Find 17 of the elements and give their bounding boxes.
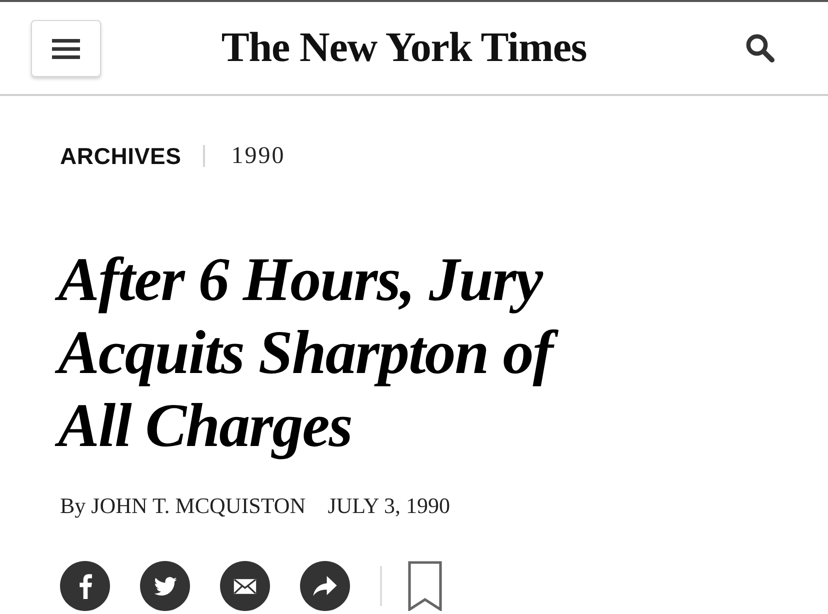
publish-date: JULY 3, 1990 [328, 493, 450, 519]
twitter-share-button[interactable] [140, 561, 190, 611]
search-icon[interactable] [745, 33, 775, 63]
envelope-icon [233, 578, 257, 594]
menu-icon [52, 38, 80, 58]
menu-button[interactable] [31, 20, 101, 77]
f-letter-icon [78, 573, 92, 599]
site-logo[interactable]: The New York Times [221, 27, 587, 69]
section-link[interactable]: ARCHIVES [58, 142, 182, 170]
curved-arrow-icon [313, 576, 337, 596]
byline-author: By JOHN T. MCQUISTON [60, 493, 306, 519]
facebook-share-button[interactable] [60, 561, 110, 611]
email-share-button[interactable] [220, 561, 270, 611]
archive-year: 1990 [231, 142, 286, 170]
bookmark-icon[interactable] [408, 561, 442, 611]
share-button[interactable] [300, 561, 350, 611]
bird-icon [154, 576, 176, 596]
